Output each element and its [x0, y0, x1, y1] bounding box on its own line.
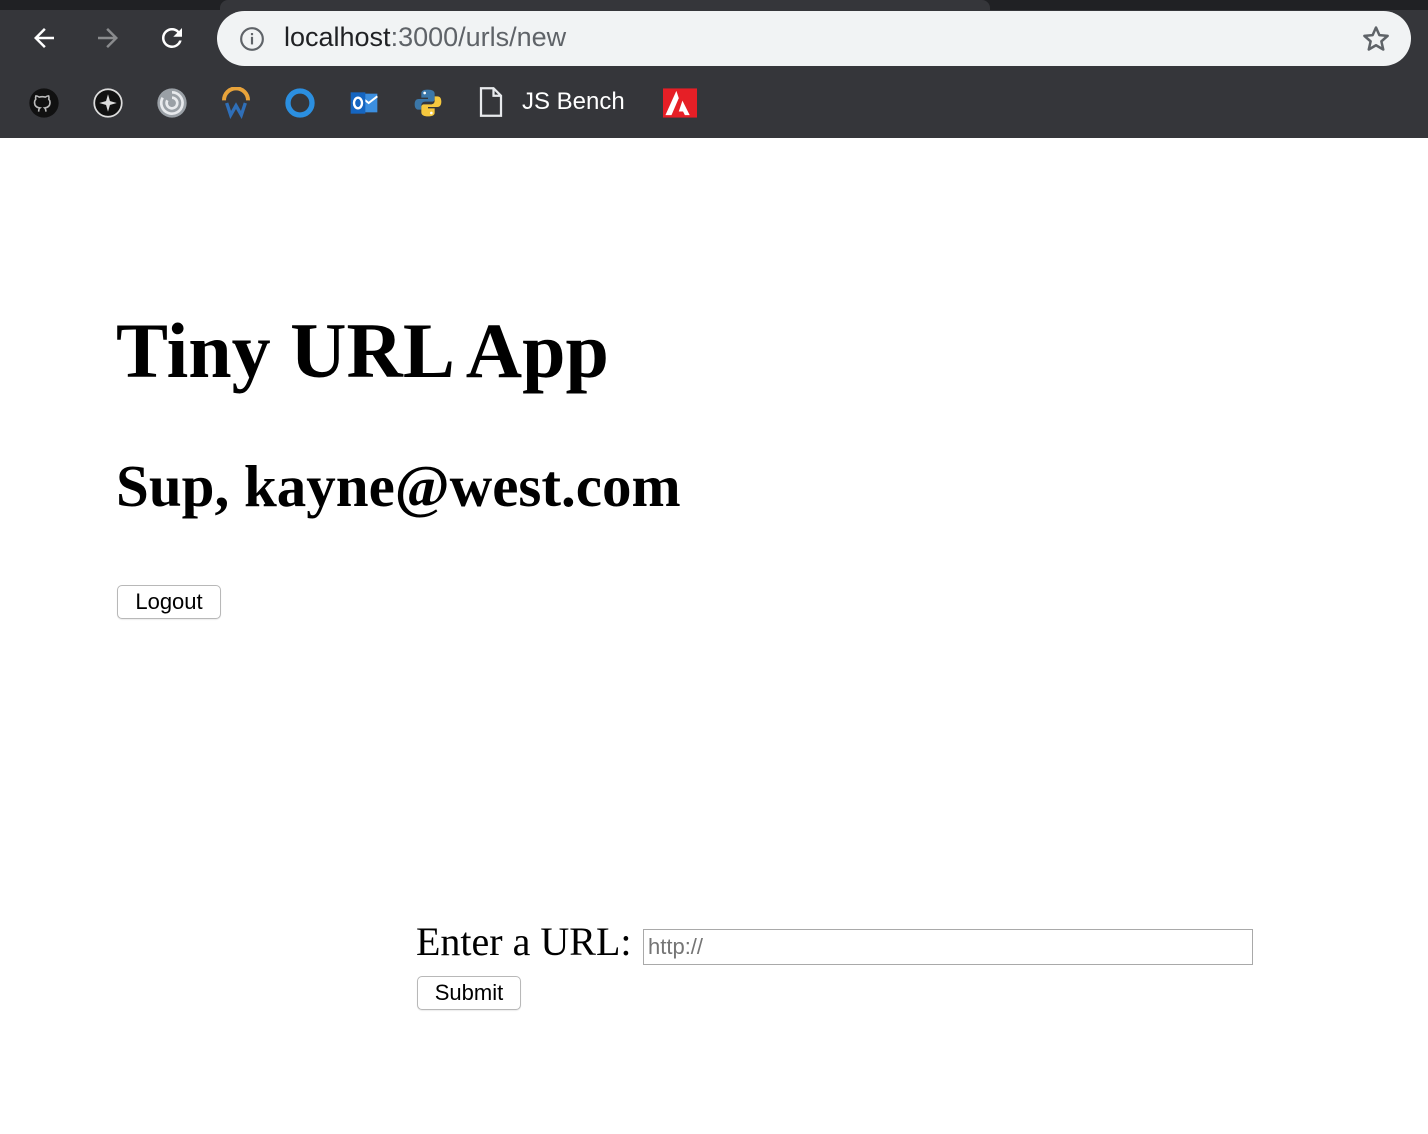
bookmark-compass[interactable]: [91, 86, 125, 120]
python-icon: [414, 89, 442, 117]
star-icon[interactable]: [1361, 24, 1391, 54]
active-tab[interactable]: [220, 0, 990, 10]
back-button[interactable]: [24, 18, 64, 58]
bookmarks-bar: JS Bench: [0, 80, 1428, 124]
bookmark-label: JS Bench: [522, 88, 625, 115]
bookmark-js-bench[interactable]: JS Bench: [478, 84, 625, 120]
arrow-left-icon: [34, 28, 54, 48]
reload-icon: [161, 27, 182, 48]
bookmark-outlook[interactable]: [347, 86, 381, 120]
url-input[interactable]: [643, 929, 1253, 965]
address-bar[interactable]: localhost:3000/urls/new: [217, 11, 1411, 66]
url-text[interactable]: localhost:3000/urls/new: [284, 22, 566, 53]
bookmark-wordpress[interactable]: [219, 86, 253, 120]
url-field-label: Enter a URL:: [416, 919, 632, 964]
forward-button[interactable]: [88, 18, 128, 58]
submit-button[interactable]: Submit: [417, 976, 521, 1010]
bookmark-circle[interactable]: [283, 86, 317, 120]
greeting-heading: Sup, kayne@west.com: [116, 453, 681, 519]
wordpress-icon: [222, 87, 250, 119]
page-title: Tiny URL App: [116, 307, 609, 394]
logout-button[interactable]: Logout: [117, 585, 221, 619]
url-host: localhost: [284, 22, 391, 52]
circle-icon: [285, 88, 315, 118]
bookmark-adobe[interactable]: [663, 86, 697, 120]
compass-icon: [93, 88, 123, 118]
bookmark-python[interactable]: [411, 86, 445, 120]
outlook-icon: [350, 92, 378, 114]
browser-chrome: localhost:3000/urls/new JS Bench: [0, 0, 1428, 138]
url-path: :3000/urls/new: [390, 22, 567, 52]
bookmark-spiral[interactable]: [155, 86, 189, 120]
info-icon[interactable]: [239, 26, 265, 52]
page-icon: [479, 87, 503, 117]
spiral-icon: [157, 88, 187, 118]
tab-strip: [0, 0, 1428, 10]
bookmark-github[interactable]: [27, 86, 61, 120]
arrow-right-icon: [98, 28, 118, 48]
github-icon: [29, 88, 59, 118]
adobe-icon: [663, 88, 697, 118]
reload-button[interactable]: [152, 18, 192, 58]
